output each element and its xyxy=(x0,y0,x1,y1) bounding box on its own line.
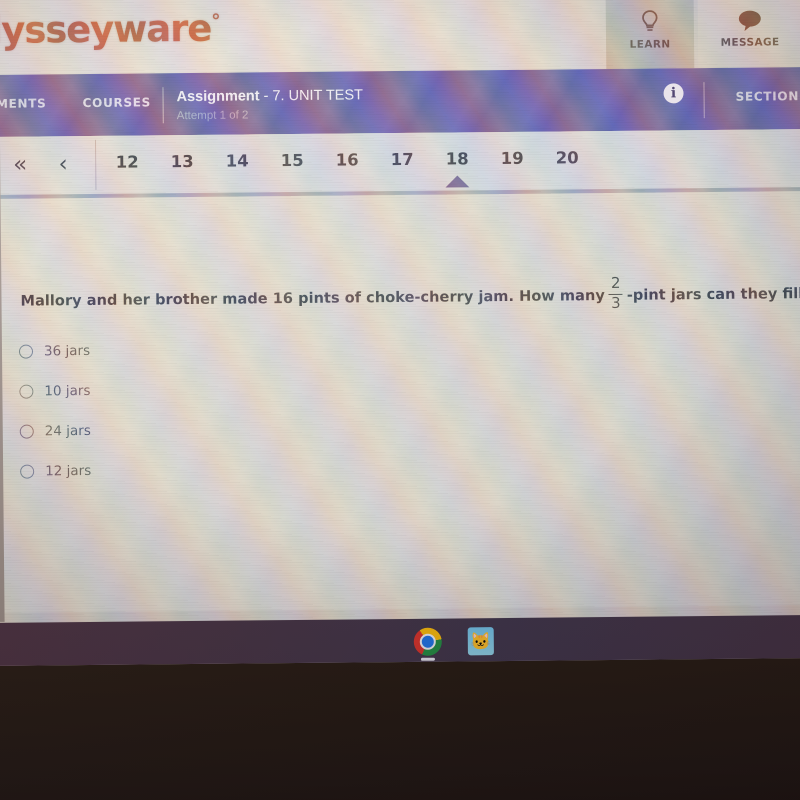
answer-option[interactable]: 12 jars xyxy=(20,451,91,492)
chrome-glyph xyxy=(413,627,442,656)
message-button-label: MESSAGE xyxy=(720,36,780,49)
odysseyware-logo[interactable]: dysseyware° xyxy=(0,7,220,52)
speech-bubble-icon xyxy=(738,10,761,32)
current-question-marker xyxy=(445,175,470,188)
assignment-navbar: GNMENTS COURSES Assignment - 7. UNIT TES… xyxy=(0,67,800,137)
question-text: Mallory and her brother made 16 pints of… xyxy=(20,273,800,318)
screenshot-root: dysseyware° LEARN MESSAGE GNMENTS COURSE… xyxy=(0,0,800,800)
pager-number-17[interactable]: 17 xyxy=(382,150,422,169)
navbar-divider-right xyxy=(703,82,705,119)
attempt-status: Attempt 1 of 2 xyxy=(176,109,249,123)
learn-button[interactable]: LEARN xyxy=(605,0,695,70)
question-pager: « ‹ 12 13 14 15 16 17 18 19 20 xyxy=(0,129,800,199)
radio-button[interactable] xyxy=(20,464,35,479)
answer-option[interactable]: 24 jars xyxy=(19,411,91,452)
scratch-cat-icon[interactable]: 🐱 xyxy=(467,627,496,656)
question-content: Mallory and her brother made 16 pints of… xyxy=(0,191,800,613)
radio-button[interactable] xyxy=(19,424,34,439)
radio-button[interactable] xyxy=(18,344,34,359)
answer-option-list: 36 jars 10 jars 24 jars 12 jars xyxy=(18,331,92,492)
answer-option-label: 24 jars xyxy=(44,422,91,440)
previous-question-button[interactable]: ‹ xyxy=(46,147,80,181)
fraction-denominator: 3 xyxy=(611,294,621,313)
answer-option-label: 36 jars xyxy=(43,342,91,360)
pager-number-12[interactable]: 12 xyxy=(107,152,147,172)
answer-option-label: 12 jars xyxy=(45,462,92,480)
assignment-name: - 7. UNIT TEST xyxy=(259,87,364,105)
brand-header: dysseyware° LEARN MESSAGE xyxy=(0,0,800,75)
lightbulb-icon xyxy=(642,10,658,31)
nav-item-section[interactable]: SECTION xyxy=(736,89,800,104)
chrome-running-indicator xyxy=(420,657,435,661)
pager-number-16[interactable]: 16 xyxy=(327,150,367,169)
fraction-two-thirds: 2 3 xyxy=(608,273,623,313)
os-taskbar: 🐱 xyxy=(0,615,800,666)
monitor-bezel xyxy=(0,645,800,800)
assignment-title: Assignment - 7. UNIT TEST xyxy=(176,87,363,105)
screen-content: dysseyware° LEARN MESSAGE GNMENTS COURSE… xyxy=(0,0,800,666)
pager-divider xyxy=(94,139,97,190)
logo-degree-mark: ° xyxy=(211,10,220,33)
scratch-cat-glyph: 🐱 xyxy=(467,627,494,656)
pager-number-20[interactable]: 20 xyxy=(547,148,587,167)
assignment-word: Assignment xyxy=(176,88,260,106)
navbar-divider-left xyxy=(162,87,164,124)
logo-text: dysseyware xyxy=(0,6,212,53)
pager-number-18[interactable]: 18 xyxy=(437,149,477,168)
message-button[interactable]: MESSAGE xyxy=(697,0,800,69)
nav-item-assignments[interactable]: GNMENTS xyxy=(0,96,47,111)
answer-option[interactable]: 36 jars xyxy=(18,331,91,372)
nav-item-courses[interactable]: COURSES xyxy=(83,95,152,110)
radio-button[interactable] xyxy=(19,384,34,399)
pager-number-15[interactable]: 15 xyxy=(272,151,312,170)
question-text-part2: -pint jars can they fill with jam? xyxy=(626,284,800,304)
question-text-part1: Mallory and her brother made 16 pints of… xyxy=(20,286,605,310)
first-question-button[interactable]: « xyxy=(3,147,37,181)
learn-button-label: LEARN xyxy=(629,38,671,51)
pager-number-13[interactable]: 13 xyxy=(162,152,202,171)
chrome-icon[interactable] xyxy=(413,627,442,656)
pager-number-14[interactable]: 14 xyxy=(217,151,257,170)
fraction-numerator: 2 xyxy=(610,273,621,292)
pager-number-19[interactable]: 19 xyxy=(492,149,532,168)
answer-option[interactable]: 10 jars xyxy=(19,371,91,412)
answer-option-label: 10 jars xyxy=(44,382,91,400)
info-icon[interactable]: i xyxy=(663,83,684,104)
monitor-screen: dysseyware° LEARN MESSAGE GNMENTS COURSE… xyxy=(0,0,800,666)
